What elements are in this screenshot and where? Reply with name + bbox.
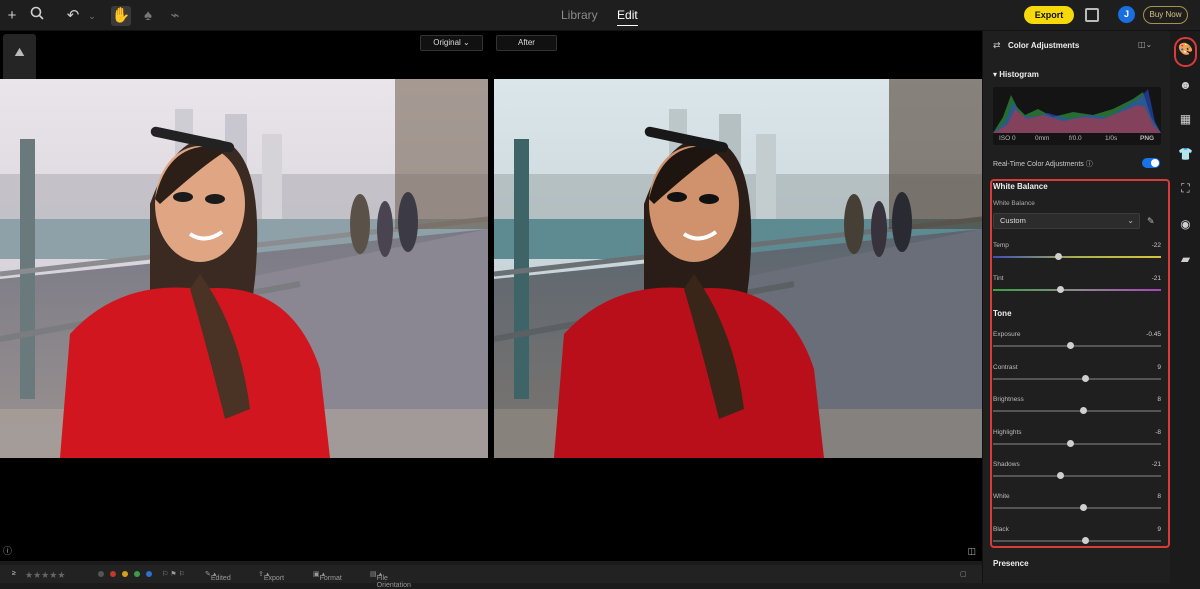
export-button[interactable]: Export — [1024, 6, 1074, 24]
slider-knob[interactable] — [1056, 286, 1064, 293]
chevron-down-icon: ⌄ — [463, 38, 470, 47]
folder-icon[interactable]: ▰ — [1178, 252, 1193, 267]
undo-icon[interactable]: ↶ — [63, 6, 83, 26]
mode-switch: Library Edit — [561, 8, 654, 26]
image-icon[interactable]: ▦ — [1178, 112, 1193, 127]
sliders-icon: ⇄ — [993, 40, 1001, 50]
color-label-blue[interactable] — [146, 571, 152, 577]
bandage-icon[interactable]: ⌁ — [165, 6, 185, 26]
presence-title[interactable]: Presence — [993, 559, 1029, 568]
before-photo — [0, 79, 488, 458]
slider-knob[interactable] — [1066, 342, 1074, 349]
panel-header: ⇄ Color Adjustments ◫⌄ — [983, 31, 1171, 61]
panel-title: Color Adjustments — [1008, 41, 1080, 50]
ai-enhance-icon[interactable]: ⛰ — [11, 44, 28, 61]
right-tool-rail: 🎨 ☻ ▦ 👕 ⛶ ◉ ▰ — [1171, 31, 1200, 583]
bottom-filter-bar: ≥ ★★★★★ ⚐ ⚑ ⚐ ✎ Edited ▴ ⇪ Export ▴ ▣ Forma… — [0, 565, 982, 589]
hand-icon[interactable]: ✋ — [111, 6, 131, 26]
shirt-icon[interactable]: 👕 — [1178, 147, 1193, 162]
help-icon[interactable]: ⓘ — [1086, 161, 1093, 168]
editing-canvas[interactable]: Original ⌄ After ⛰ ✺ ⟲ — [0, 31, 982, 561]
palette-icon[interactable]: 🎨 — [1178, 42, 1193, 57]
color-label-red[interactable] — [110, 571, 116, 577]
histogram-title[interactable]: ▾ Histogram — [993, 70, 1039, 79]
slider-knob[interactable] — [1081, 375, 1089, 382]
realtime-label: Real-Time Color Adjustments ⓘ — [993, 161, 1093, 168]
realtime-toggle[interactable] — [1142, 158, 1160, 168]
tone-title: Tone — [993, 309, 1012, 318]
slider-knob[interactable] — [1056, 472, 1064, 479]
top-toolbar: + ↶ ⌄ ✋ ♠ ⌁ Library Edit Export J Buy No… — [0, 0, 1200, 31]
tab-edit[interactable]: Edit — [617, 8, 638, 26]
star-icon[interactable]: ★ — [33, 570, 41, 580]
shadows-slider[interactable]: Shadows -21 — [993, 461, 1161, 485]
chevron-down-icon[interactable]: ⌄ — [82, 6, 102, 26]
format-filter[interactable]: ▣ Format ▴ — [313, 570, 342, 582]
filter-count[interactable]: ≥ — [12, 570, 16, 577]
white-balance-label: White Balance — [993, 200, 1035, 207]
slider-knob[interactable] — [1081, 537, 1089, 544]
slider-knob[interactable] — [1066, 440, 1074, 447]
after-tab[interactable]: After — [496, 35, 557, 51]
flag-icon[interactable]: ⚐ ⚑ ⚐ — [162, 570, 185, 578]
color-label-yellow[interactable] — [122, 571, 128, 577]
slider-knob[interactable] — [1080, 407, 1088, 414]
rating-stars[interactable]: ★★★★★ — [25, 570, 65, 581]
brush-icon[interactable]: ♠ — [138, 6, 158, 26]
panel-toggle-icon[interactable]: ◫ — [967, 546, 976, 557]
portrait-icon[interactable]: ☻ — [1178, 78, 1193, 93]
info-icon[interactable]: ⓘ — [3, 544, 12, 557]
crop-icon[interactable]: ⛶ — [1178, 181, 1193, 196]
export-filter[interactable]: ⇪ Export ▴ — [258, 570, 284, 582]
exposure-slider[interactable]: Exposure -0.45 — [993, 331, 1161, 355]
orientation-filter[interactable]: ▤ File Orientation ▴ — [370, 570, 411, 589]
slider-knob[interactable] — [1080, 504, 1088, 511]
avatar[interactable]: J — [1118, 6, 1135, 23]
color-adjustments-panel: ⇄ Color Adjustments ◫⌄ ▾ Histogram ISO 0… — [982, 31, 1170, 583]
after-photo — [494, 79, 982, 458]
black-slider[interactable]: Black 9 — [993, 526, 1161, 550]
chevron-down-icon: ⌄ — [1127, 216, 1134, 225]
color-label-green[interactable] — [134, 571, 140, 577]
trash-icon[interactable]: ▢ — [960, 570, 967, 578]
star-icon[interactable]: ★ — [25, 570, 33, 580]
histogram: ISO 0 0mm f/0.0 1/0s PNG — [993, 87, 1161, 145]
contrast-slider[interactable]: Contrast 9 — [993, 364, 1161, 388]
split-view-icon[interactable] — [1085, 8, 1099, 22]
original-tab[interactable]: Original ⌄ — [420, 35, 483, 51]
color-label-gray[interactable] — [98, 571, 104, 577]
histogram-graph — [993, 89, 1161, 133]
temp-slider[interactable]: Temp -22 — [993, 242, 1161, 266]
layout-icon[interactable]: ◫⌄ — [1138, 40, 1152, 49]
histogram-exif: ISO 0 0mm f/0.0 1/0s PNG — [999, 135, 1155, 142]
highlights-slider[interactable]: Highlights -8 — [993, 429, 1161, 453]
brightness-slider[interactable]: Brightness 8 — [993, 396, 1161, 420]
tint-slider[interactable]: Tint -21 — [993, 275, 1161, 299]
search-icon[interactable] — [27, 6, 47, 26]
eyedropper-icon[interactable]: ✎ — [1147, 216, 1157, 226]
buy-now-button[interactable]: Buy Now — [1143, 6, 1188, 24]
add-icon[interactable]: + — [2, 6, 22, 26]
star-icon[interactable]: ★ — [57, 570, 65, 580]
white-balance-title: White Balance — [993, 182, 1048, 191]
camera-icon[interactable]: ◉ — [1178, 217, 1193, 232]
slider-knob[interactable] — [1055, 253, 1063, 260]
white-slider[interactable]: White 8 — [993, 493, 1161, 517]
edited-filter[interactable]: ✎ Edited ▴ — [205, 570, 231, 582]
white-balance-select[interactable]: Custom ⌄ — [993, 213, 1140, 229]
tab-library[interactable]: Library — [561, 8, 598, 22]
